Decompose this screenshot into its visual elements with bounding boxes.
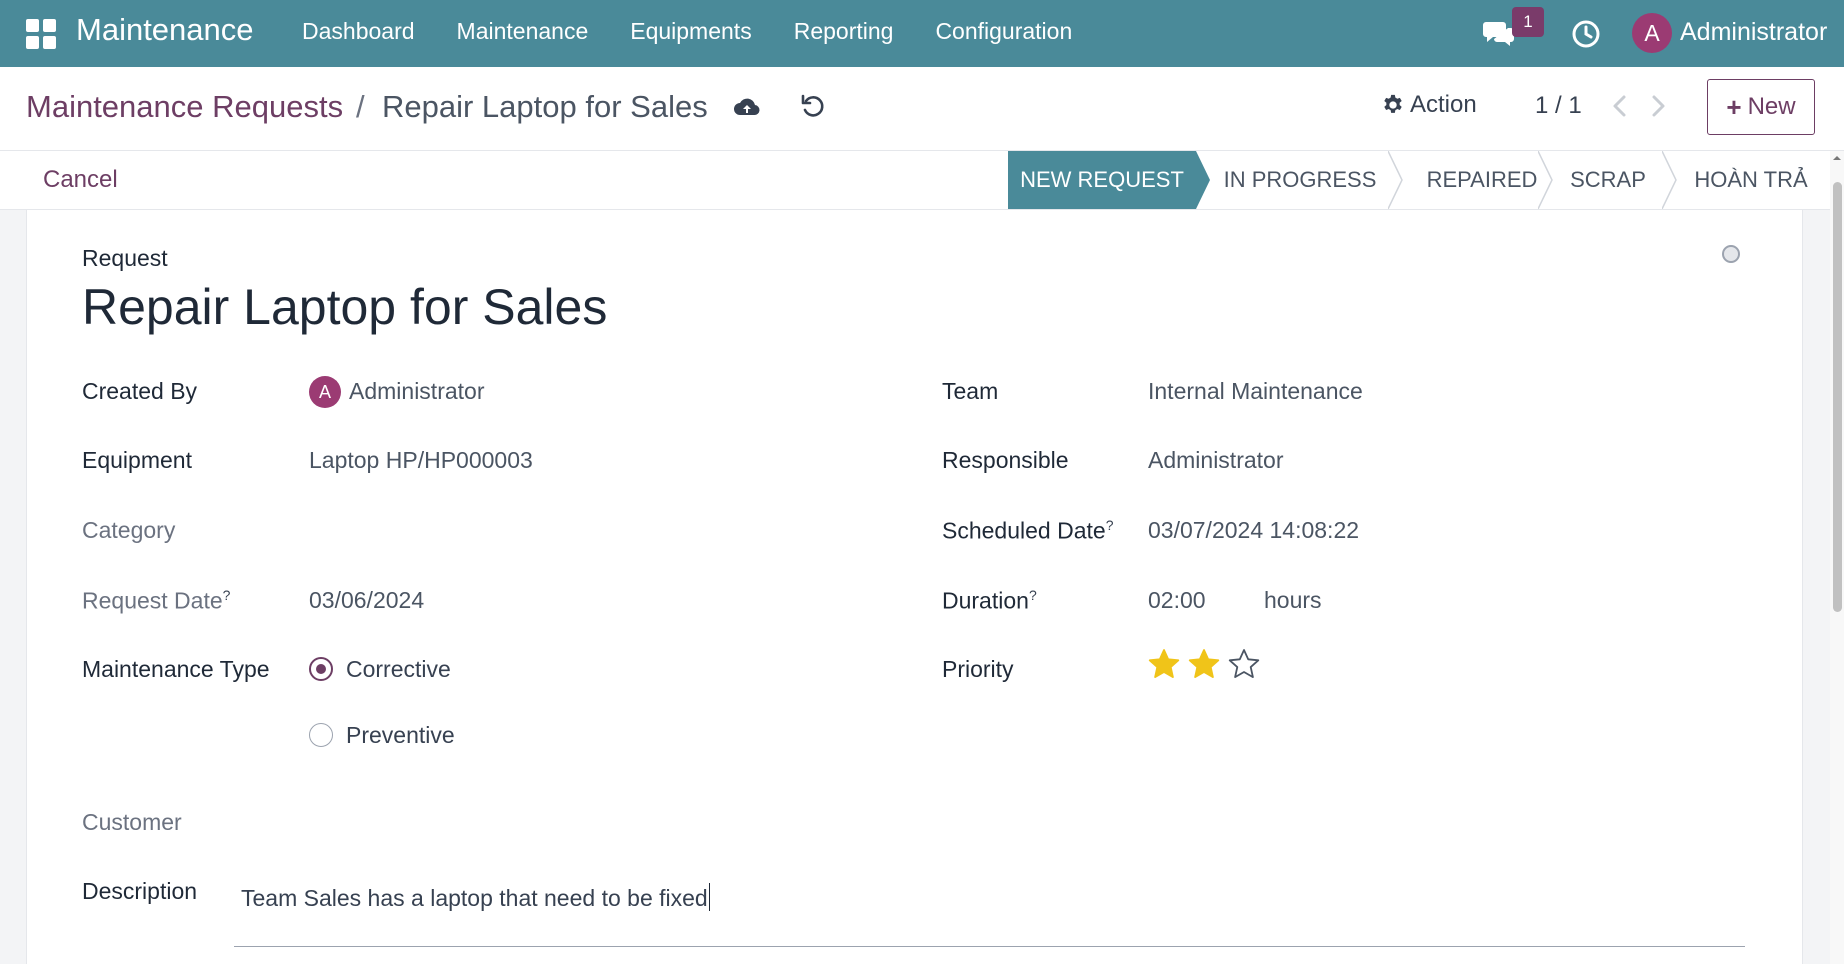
scheduled-date-help: ?	[1105, 517, 1114, 533]
new-button[interactable]: + New	[1707, 79, 1815, 135]
request-title[interactable]: Repair Laptop for Sales	[82, 278, 607, 336]
priority-star-3[interactable]	[1228, 648, 1260, 680]
menu-equipments[interactable]: Equipments	[630, 18, 751, 45]
kanban-state-indicator[interactable]	[1722, 245, 1740, 263]
stage-separator	[1388, 151, 1403, 209]
duration-label: Duration?	[942, 587, 1037, 615]
chevron-right-icon[interactable]	[1648, 94, 1668, 118]
chat-count-badge: 1	[1512, 7, 1544, 37]
team-field[interactable]: Internal Maintenance	[1148, 378, 1363, 405]
stage-repaired[interactable]: REPAIRED	[1408, 151, 1556, 209]
team-label: Team	[942, 378, 999, 404]
action-button[interactable]: Action	[1382, 91, 1477, 119]
menu-reporting[interactable]: Reporting	[794, 18, 894, 45]
description-label: Description	[82, 878, 198, 904]
customer-label: Customer	[82, 809, 182, 835]
cancel-button[interactable]: Cancel	[43, 166, 118, 194]
scroll-up-icon[interactable]	[1832, 153, 1842, 163]
chevron-left-icon[interactable]	[1610, 94, 1630, 118]
duration-field[interactable]: 02:00	[1148, 587, 1206, 614]
stage-scrap[interactable]: SCRAP	[1552, 151, 1664, 209]
scheduled-date-field[interactable]: 03/07/2024 14:08:22	[1148, 517, 1359, 544]
top-navbar: Maintenance Dashboard Maintenance Equipm…	[0, 0, 1844, 67]
request-date-help: ?	[222, 587, 231, 603]
description-field[interactable]: Team Sales has a laptop that need to be …	[241, 885, 708, 912]
request-date-field[interactable]: 03/06/2024	[309, 587, 424, 614]
duration-label-text: Duration	[942, 587, 1029, 614]
menu-maintenance[interactable]: Maintenance	[457, 18, 589, 45]
cloud-upload-icon[interactable]	[732, 93, 762, 123]
request-date-label: Request Date?	[82, 587, 230, 615]
gear-icon	[1384, 94, 1402, 113]
priority-label: Priority	[942, 656, 1014, 682]
text-caret	[709, 883, 710, 911]
section-label: Request	[82, 245, 168, 271]
equipment-field[interactable]: Laptop HP/HP000003	[309, 447, 533, 474]
maintenance-type-label: Maintenance Type	[82, 656, 270, 682]
stage-in-progress[interactable]: IN PROGRESS	[1212, 151, 1388, 209]
request-date-label-text: Request Date	[82, 587, 223, 614]
created-by-avatar: A	[309, 376, 341, 408]
control-panel: Maintenance Requests / Repair Laptop for…	[0, 67, 1844, 151]
category-label: Category	[82, 517, 176, 543]
main-menu: Dashboard Maintenance Equipments Reporti…	[302, 18, 1114, 45]
plus-icon: +	[1726, 92, 1742, 122]
priority-star-1[interactable]	[1148, 648, 1180, 680]
action-label: Action	[1410, 91, 1477, 118]
menu-dashboard[interactable]: Dashboard	[302, 18, 415, 45]
user-menu[interactable]: Administrator	[1680, 18, 1827, 47]
radio-preventive[interactable]	[309, 723, 333, 747]
description-underline	[234, 946, 1745, 947]
apps-grid-icon[interactable]	[26, 19, 56, 49]
breadcrumb-separator: /	[356, 89, 365, 124]
app-brand[interactable]: Maintenance	[76, 12, 254, 48]
created-by-value[interactable]: Administrator	[349, 378, 484, 405]
radio-corrective-label[interactable]: Corrective	[346, 656, 451, 683]
equipment-label: Equipment	[82, 447, 192, 473]
activity-clock-icon[interactable]	[1570, 18, 1602, 50]
scheduled-date-label: Scheduled Date?	[942, 517, 1113, 545]
breadcrumb-current: Repair Laptop for Sales	[382, 89, 708, 124]
radio-corrective[interactable]	[309, 657, 333, 681]
pager-value[interactable]: 1 / 1	[1535, 92, 1582, 120]
status-row: Cancel NEW REQUEST IN PROGRESS REPAIRED …	[0, 151, 1830, 210]
menu-configuration[interactable]: Configuration	[935, 18, 1072, 45]
chat-icon[interactable]	[1482, 18, 1516, 48]
stage-new-request[interactable]: NEW REQUEST	[1008, 151, 1196, 209]
discard-undo-icon[interactable]	[800, 93, 826, 119]
new-label: New	[1747, 93, 1796, 120]
radio-preventive-label[interactable]: Preventive	[346, 722, 455, 749]
responsible-label: Responsible	[942, 447, 1069, 473]
scheduled-date-label-text: Scheduled Date	[942, 517, 1106, 544]
breadcrumb-parent[interactable]: Maintenance Requests	[26, 89, 343, 125]
scrollbar-thumb[interactable]	[1833, 182, 1842, 612]
stage-hoan-tra[interactable]: HOÀN TRẢ	[1676, 151, 1826, 209]
duration-help: ?	[1028, 587, 1037, 603]
created-by-label: Created By	[82, 378, 198, 404]
priority-star-2[interactable]	[1188, 648, 1220, 680]
duration-unit: hours	[1264, 587, 1322, 613]
responsible-field[interactable]: Administrator	[1148, 447, 1283, 474]
user-avatar[interactable]: A	[1632, 13, 1672, 53]
